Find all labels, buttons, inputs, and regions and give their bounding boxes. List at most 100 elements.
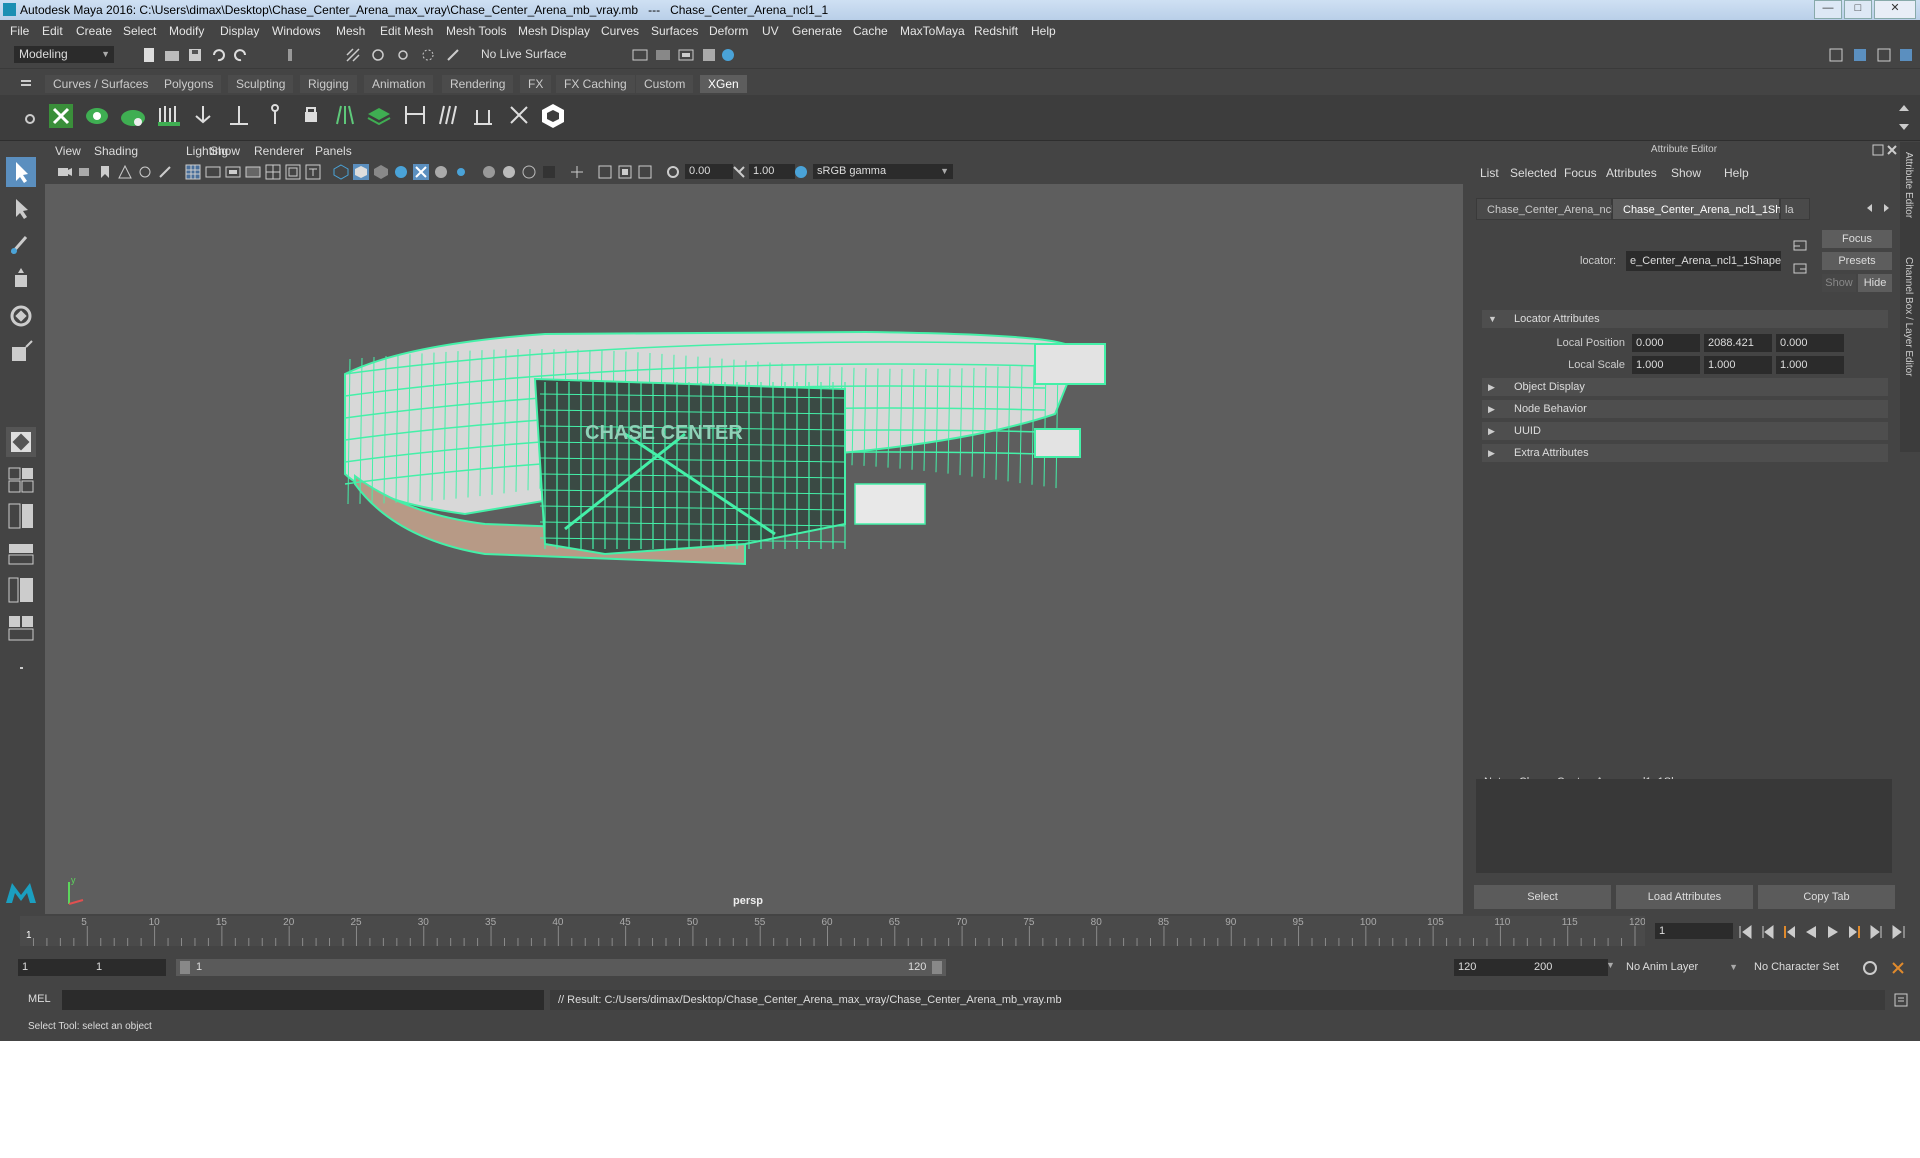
xgen-place-icon[interactable]	[190, 102, 216, 130]
motion-blur-icon[interactable]	[521, 164, 537, 180]
play-forward-icon[interactable]	[1825, 924, 1841, 940]
scene-start-field[interactable]: 1	[18, 959, 92, 976]
hide-button[interactable]: Hide	[1858, 274, 1892, 292]
safe-title-icon[interactable]	[305, 164, 321, 180]
isolate-remove-icon[interactable]	[637, 164, 653, 180]
ae-menu-list[interactable]: List	[1480, 166, 1499, 180]
float-panel-icon[interactable]	[1872, 144, 1884, 156]
layout-graph-button[interactable]	[6, 575, 36, 605]
isolate-add-icon[interactable]	[617, 164, 633, 180]
menu-mesh-tools[interactable]: Mesh Tools	[446, 24, 506, 38]
shelf-tab-polygons[interactable]: Polygons	[156, 75, 222, 93]
render-view-icon[interactable]	[632, 47, 648, 63]
redo-icon[interactable]	[233, 47, 249, 63]
render-current-icon[interactable]	[655, 47, 671, 63]
wireframe-on-shaded-icon[interactable]	[393, 164, 409, 180]
screen-space-ao-icon[interactable]	[501, 164, 517, 180]
local-scale-x[interactable]: 1.000	[1632, 356, 1700, 374]
menu-uv[interactable]: UV	[762, 24, 779, 38]
auto-key-icon[interactable]	[1862, 960, 1878, 976]
grease-pencil-icon[interactable]	[157, 164, 173, 180]
xgen-add-guide-icon[interactable]	[226, 102, 252, 130]
locator-name-field[interactable]: e_Center_Arena_ncl1_1Shape	[1626, 251, 1781, 271]
ae-menu-attributes[interactable]: Attributes	[1606, 166, 1657, 180]
shelf-tab-custom[interactable]: Custom	[636, 75, 694, 93]
menu-mesh-display[interactable]: Mesh Display	[518, 24, 590, 38]
snap-live-icon[interactable]	[445, 47, 461, 63]
shelf-tab-rendering[interactable]: Rendering	[442, 75, 514, 93]
tab-shape-node[interactable]: Chase_Center_Arena_ncl1_1Shape	[1612, 198, 1800, 220]
menu-display[interactable]: Display	[220, 24, 259, 38]
go-to-end-icon[interactable]	[1891, 924, 1907, 940]
snap-grid-icon[interactable]	[345, 47, 361, 63]
open-scene-icon[interactable]	[164, 47, 180, 63]
shelf-tab-sculpting[interactable]: Sculpting	[228, 75, 294, 93]
image-plane-icon[interactable]	[117, 164, 133, 180]
menu-set-dropdown[interactable]: Modeling ▼	[14, 46, 114, 63]
hypershade-icon[interactable]	[720, 47, 736, 63]
menu-create[interactable]: Create	[76, 24, 112, 38]
xgen-curves-to-guides-icon[interactable]	[436, 102, 462, 130]
step-forward-frame-icon[interactable]	[1847, 924, 1863, 940]
ae-menu-show[interactable]: Show	[1671, 166, 1701, 180]
command-input[interactable]	[62, 990, 544, 1010]
local-position-y[interactable]: 2088.421	[1704, 334, 1772, 352]
toolbox-more-button[interactable]	[6, 653, 36, 683]
menu-edit[interactable]: Edit	[42, 24, 63, 38]
preferences-icon[interactable]	[1890, 960, 1906, 976]
shelf-options-icon[interactable]	[22, 111, 38, 127]
menu-edit-mesh[interactable]: Edit Mesh	[380, 24, 433, 38]
snap-view-plane-icon[interactable]	[420, 47, 436, 63]
gamma-field[interactable]: 1.00	[749, 164, 795, 179]
use-all-lights-icon[interactable]	[453, 164, 469, 180]
menu-deform[interactable]: Deform	[709, 24, 748, 38]
close-panel-icon[interactable]	[1886, 144, 1898, 156]
tab-scroll-right-icon[interactable]	[1880, 202, 1892, 214]
menu-select[interactable]: Select	[123, 24, 156, 38]
rotate-tool-button[interactable]	[6, 301, 36, 331]
xgen-editor-icon[interactable]	[48, 102, 74, 130]
ae-menu-help[interactable]: Help	[1724, 166, 1749, 180]
xgen-groom-icon[interactable]	[156, 102, 182, 130]
go-to-start-icon[interactable]	[1737, 924, 1753, 940]
layout-four-button[interactable]	[6, 465, 36, 495]
select-hierarchy-icon[interactable]	[282, 47, 298, 63]
menu-help[interactable]: Help	[1031, 24, 1056, 38]
section-uuid[interactable]: ▶ UUID	[1482, 422, 1888, 440]
xgen-layers-icon[interactable]	[366, 102, 392, 130]
local-scale-z[interactable]: 1.000	[1776, 356, 1844, 374]
script-language-toggle[interactable]: MEL	[28, 993, 51, 1005]
range-end-handle[interactable]	[932, 961, 942, 974]
live-surface-label[interactable]: No Live Surface	[481, 47, 566, 61]
menu-surfaces[interactable]: Surfaces	[651, 24, 698, 38]
safe-action-icon[interactable]	[285, 164, 301, 180]
tool-settings-icon[interactable]	[1876, 47, 1892, 63]
shelf-tab-curves-surfaces[interactable]: Curves / Surfaces	[45, 75, 157, 93]
step-forward-key-icon[interactable]	[1869, 924, 1885, 940]
play-backward-icon[interactable]	[1803, 924, 1819, 940]
section-locator-attributes[interactable]: ▼ Locator Attributes	[1482, 310, 1888, 328]
playback-start-field[interactable]: 1	[92, 959, 166, 976]
xgen-sculpt-guide-icon[interactable]	[262, 102, 288, 130]
depth-of-field-icon[interactable]	[569, 164, 585, 180]
tab-transform-node[interactable]: Chase_Center_Arena_ncl1_1	[1476, 198, 1632, 220]
undo-icon[interactable]	[210, 47, 226, 63]
output-connection-icon[interactable]	[1792, 261, 1808, 277]
shelf-scroll-up-icon[interactable]	[1896, 100, 1912, 116]
wireframe-icon[interactable]	[333, 164, 349, 180]
default-material-icon[interactable]	[373, 164, 389, 180]
scene-end-field[interactable]: 200	[1530, 959, 1608, 976]
channel-box-side-tab[interactable]: Channel Box / Layer Editor	[1903, 257, 1914, 377]
perspective-viewport[interactable]: CHASE CENTER persp y	[45, 184, 1463, 914]
save-scene-icon[interactable]	[187, 47, 203, 63]
new-scene-icon[interactable]	[141, 47, 157, 63]
menu-maxtomaya[interactable]: MaxToMaya	[900, 24, 965, 38]
copy-tab-button[interactable]: Copy Tab	[1758, 885, 1895, 909]
step-back-key-icon[interactable]	[1759, 924, 1775, 940]
smooth-shade-icon[interactable]	[353, 164, 369, 180]
bookmark-icon[interactable]	[97, 164, 113, 180]
menu-windows[interactable]: Windows	[272, 24, 321, 38]
vp-menu-shading[interactable]: Shading	[94, 144, 138, 158]
channel-box-icon[interactable]	[1898, 47, 1914, 63]
xgen-guides-to-curves-icon[interactable]	[332, 102, 358, 130]
